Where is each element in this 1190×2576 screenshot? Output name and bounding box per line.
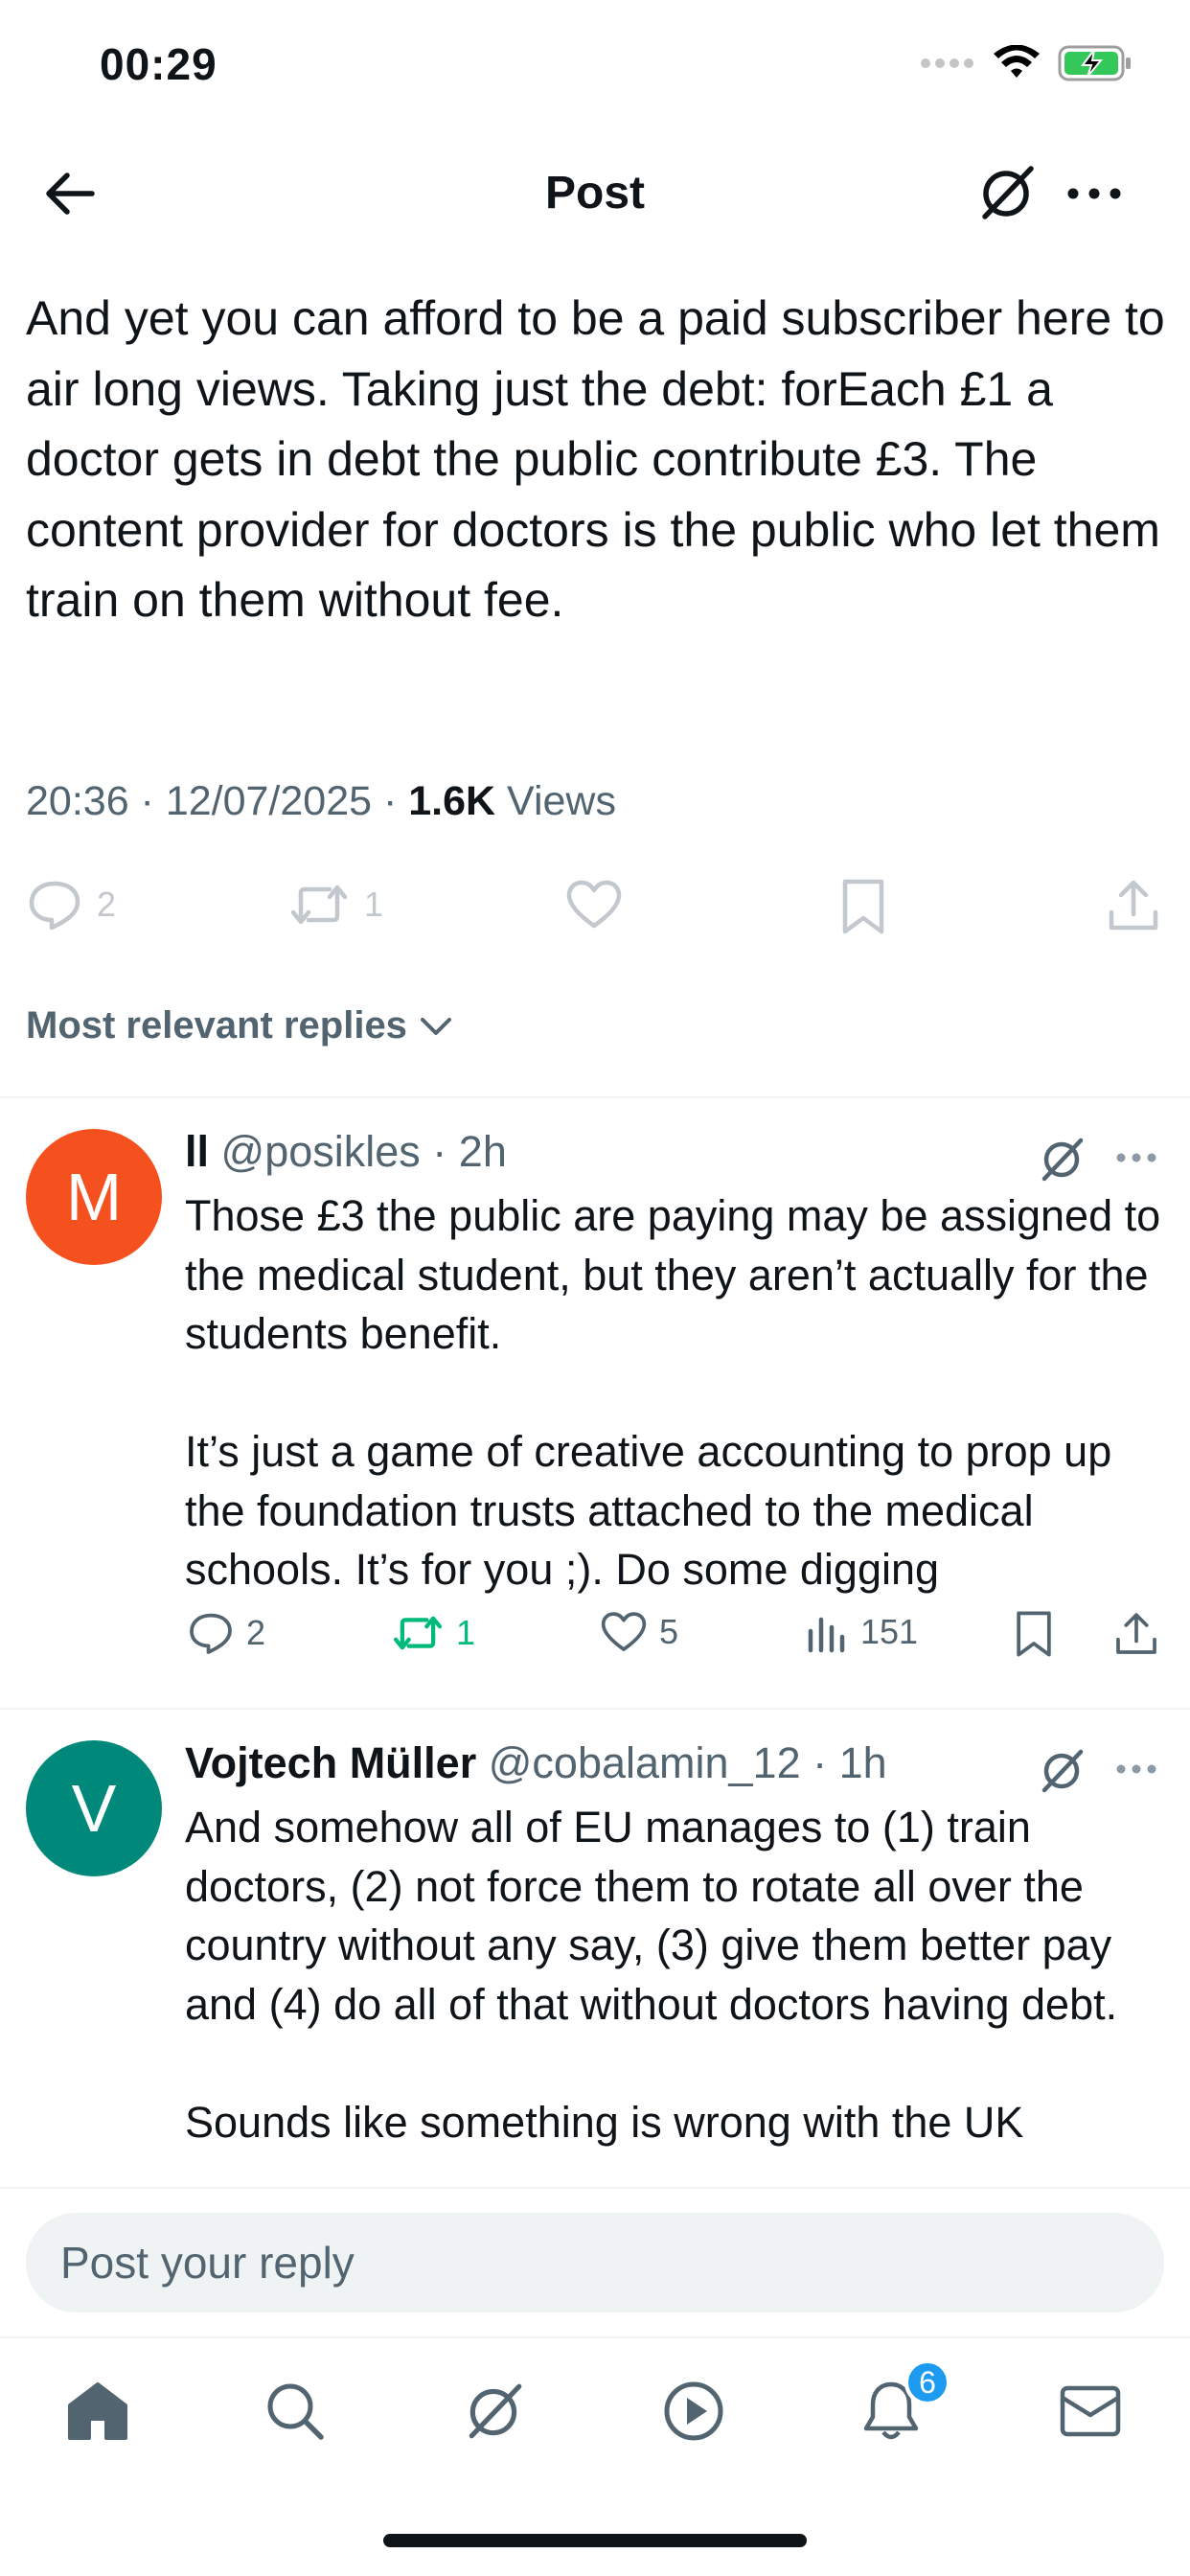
mail-icon — [1060, 2385, 1121, 2437]
like-icon — [566, 880, 622, 929]
reply-composer: Post your reply — [0, 2187, 1190, 2336]
grok-icon[interactable] — [975, 161, 1039, 224]
reply-text: Those £3 the public are paying may be as… — [185, 1191, 1161, 1594]
share-icon — [1109, 880, 1158, 931]
home-icon — [68, 2382, 127, 2440]
reply-repost-button[interactable]: 1 — [391, 1610, 475, 1656]
post-reply-count: 2 — [97, 885, 117, 924]
post-like-button[interactable] — [565, 878, 623, 932]
reply-reply-button[interactable]: 2 — [187, 1610, 265, 1656]
divider — [0, 1708, 1190, 1710]
reply-time: · 2h — [420, 1127, 507, 1176]
tab-grok[interactable] — [456, 2373, 533, 2450]
more-options-icon[interactable] — [1113, 1758, 1159, 1781]
grok-icon[interactable] — [1037, 1133, 1088, 1184]
post-repost-button[interactable]: 1 — [287, 878, 383, 932]
status-icons — [920, 44, 1133, 82]
bookmark-icon — [842, 879, 884, 934]
battery-charging-icon — [1058, 45, 1131, 81]
reply-reply-count: 2 — [246, 1613, 266, 1652]
notifications-badge: 6 — [904, 2359, 950, 2405]
reply-header: ll @posikles · 2h — [185, 1127, 507, 1177]
post-views-count: 1.6K — [408, 778, 496, 824]
post-timestamp: 20:36 · 12/07/2025 · — [26, 778, 409, 824]
reply-author-handle[interactable]: @cobalamin_12 — [489, 1738, 801, 1787]
post-action-bar: 2 1 — [0, 872, 1190, 939]
status-bar: 00:29 — [0, 0, 1190, 134]
tab-search[interactable] — [257, 2373, 333, 2450]
status-time: 00:29 — [100, 39, 217, 89]
post-repost-count: 1 — [364, 885, 384, 924]
tab-video[interactable] — [655, 2373, 732, 2450]
post-meta: 20:36 · 12/07/2025 · 1.6K Views — [26, 778, 616, 825]
tab-messages[interactable] — [1052, 2373, 1129, 2450]
grok-icon[interactable] — [1037, 1744, 1088, 1796]
nav-bar: Post — [0, 134, 1190, 254]
tab-home[interactable] — [59, 2373, 136, 2450]
wifi-icon — [994, 45, 1040, 78]
reply-time: · 1h — [800, 1738, 887, 1787]
signal-icon — [921, 58, 973, 68]
more-options-icon[interactable] — [1113, 1146, 1159, 1169]
reply-repost-count: 1 — [456, 1613, 476, 1652]
reply-action-bar: 2 1 5 151 — [0, 1610, 1190, 1668]
reply-header: Vojtech Müller @cobalamin_12 · 1h — [185, 1738, 887, 1788]
reply-views-button[interactable]: 151 — [807, 1610, 918, 1654]
chevron-down-icon — [420, 1017, 451, 1035]
reply-author-name[interactable]: Vojtech Müller — [185, 1738, 476, 1787]
reply-icon — [190, 1613, 232, 1654]
post-reply-button[interactable]: 2 — [26, 878, 116, 932]
more-options-icon[interactable] — [1064, 172, 1125, 215]
share-icon — [1116, 1613, 1156, 1654]
reply-input[interactable]: Post your reply — [26, 2213, 1164, 2312]
reply-like-count: 5 — [659, 1612, 679, 1651]
sort-label: Most relevant replies — [26, 1004, 407, 1046]
reply-bookmark-button[interactable] — [1014, 1610, 1054, 1658]
repost-icon — [290, 885, 348, 925]
avatar[interactable]: V — [26, 1740, 162, 1876]
like-icon — [601, 1612, 647, 1651]
post-share-button[interactable] — [1106, 878, 1161, 933]
reply-like-button[interactable]: 5 — [600, 1610, 678, 1654]
divider — [0, 1096, 1190, 1098]
reply-author-handle[interactable]: @posikles — [221, 1127, 421, 1176]
post-text: And yet you can afford to be a paid subs… — [26, 291, 1165, 627]
reply-icon — [29, 881, 80, 931]
bookmark-icon — [1017, 1611, 1051, 1657]
reply-item[interactable]: V Vojtech Müller @cobalamin_12 · 1h And … — [0, 1738, 1190, 2187]
post-bookmark-button[interactable] — [839, 878, 887, 935]
reply-views-count: 151 — [860, 1612, 919, 1651]
reply-author-name[interactable]: ll — [185, 1127, 209, 1176]
repost-icon — [393, 1616, 443, 1650]
reply-text: And somehow all of EU manages to (1) tra… — [185, 1803, 1118, 2147]
home-indicator — [383, 2534, 807, 2547]
grok-icon — [469, 2383, 522, 2439]
analytics-icon — [808, 1617, 845, 1653]
avatar[interactable]: M — [26, 1129, 162, 1265]
search-icon — [267, 2383, 324, 2440]
play-icon — [664, 2381, 723, 2441]
reply-share-button[interactable] — [1113, 1610, 1159, 1658]
reply-item[interactable]: M ll @posikles · 2h Those £3 the public … — [0, 1127, 1190, 1702]
reply-sort-dropdown[interactable]: Most relevant replies — [26, 1004, 453, 1047]
post-views-label: Views — [495, 778, 616, 824]
